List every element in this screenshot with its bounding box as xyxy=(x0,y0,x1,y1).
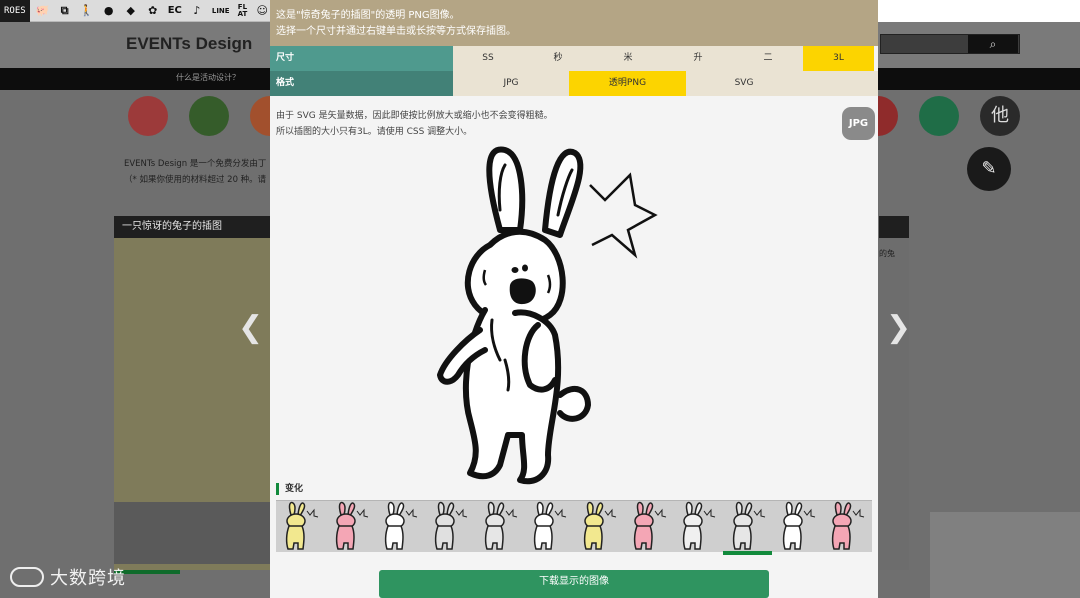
variation-thumbnail[interactable] xyxy=(375,501,424,553)
variation-thumbnail[interactable] xyxy=(822,501,871,553)
size-option[interactable]: 二 xyxy=(733,46,803,71)
variation-thumbnail[interactable] xyxy=(425,501,474,553)
format-option-png-selected[interactable]: 透明PNG xyxy=(569,71,686,96)
modal-header-line-2: 选择一个尺寸并通过右键单击或长按等方式保存插图。 xyxy=(276,26,516,37)
format-option-svg[interactable]: SVG xyxy=(686,71,802,96)
panel-title: 一只惊讶的兔子的插图 xyxy=(114,216,274,238)
speech-bubble-icon[interactable]: ● xyxy=(100,4,118,18)
format-row: 格式 JPG 透明PNG SVG xyxy=(270,71,878,96)
rabbit-thumbnail-icon xyxy=(385,501,418,550)
search-icon: ⌕ xyxy=(989,37,997,51)
smile-icon[interactable]: ☺ xyxy=(253,4,271,18)
desc-line-2: （* 如果你使用的材料超过 20 种。请 xyxy=(124,175,267,185)
corner-block xyxy=(930,512,1080,598)
format-label: 格式 xyxy=(270,71,453,96)
variation-thumbnail[interactable] xyxy=(723,501,772,553)
rabbit-thumbnail-icon xyxy=(335,501,368,550)
category-circle[interactable] xyxy=(919,96,959,136)
variation-thumbnail[interactable] xyxy=(524,501,573,553)
line-icon[interactable]: LINE xyxy=(210,4,232,18)
side-panel: 的兔 xyxy=(879,216,909,570)
tag-icon[interactable]: ◆ xyxy=(122,4,140,18)
person-icon[interactable]: 🚶 xyxy=(78,4,96,18)
size-option[interactable]: 升 xyxy=(663,46,733,71)
download-button[interactable]: 下载显示的图像 xyxy=(379,570,769,598)
variation-thumbnail[interactable] xyxy=(574,501,623,553)
size-row: 尺寸 SS 秒 米 升 二 3L xyxy=(270,46,878,71)
size-option-selected[interactable]: 3L xyxy=(803,46,874,71)
edit-icon: ✎ xyxy=(981,158,997,179)
size-option[interactable]: 秒 xyxy=(523,46,593,71)
variation-thumbnail[interactable] xyxy=(475,501,524,553)
nav-link-about[interactable]: 什么是活动设计？ xyxy=(176,72,240,83)
variations-strip xyxy=(276,500,872,555)
rabbit-thumbnail-icon xyxy=(583,501,617,550)
note-icon[interactable]: ♪ xyxy=(188,4,206,18)
illustration-panel: 一只惊讶的兔子的插图 xyxy=(114,216,274,570)
rabbit-thumbnail-icon xyxy=(534,501,567,550)
edit-button[interactable]: ✎ xyxy=(967,147,1011,191)
search-button[interactable]: ⌕ xyxy=(968,35,1018,53)
extension-tag: ROES xyxy=(0,0,30,22)
flat-icon[interactable]: FL AT xyxy=(236,3,250,18)
variation-thumbnail[interactable] xyxy=(624,501,673,553)
panel-thumbnails xyxy=(114,502,274,564)
side-panel-text: 的兔 xyxy=(879,249,895,258)
variation-thumbnail[interactable] xyxy=(276,501,325,553)
size-option[interactable]: 米 xyxy=(593,46,663,71)
watermark: 大数跨境 xyxy=(10,564,126,590)
rabbit-thumbnail-icon xyxy=(434,501,468,550)
pig-icon[interactable]: 🐖 xyxy=(34,4,52,18)
rabbit-thumbnail-icon xyxy=(782,501,815,550)
rabbit-thumbnail-icon xyxy=(633,501,666,550)
next-arrow-icon[interactable]: ❯ xyxy=(886,310,911,345)
jpg-badge-button[interactable]: JPG xyxy=(842,107,875,140)
site-description: EVENTs Design 是一个免费分发由丁 （* 如果你使用的材料超过 20… xyxy=(124,156,266,188)
category-circle[interactable] xyxy=(189,96,229,136)
modal-header: 这是"惊奇兔子的插图"的透明 PNG图像。 选择一个尺寸并通过右键单击或长按等方… xyxy=(270,0,878,46)
variation-thumbnail[interactable] xyxy=(673,501,722,553)
category-circle[interactable] xyxy=(128,96,168,136)
copy-icon[interactable]: ⧉ xyxy=(56,4,74,18)
desc-line-1: EVENTs Design 是一个免费分发由丁 xyxy=(124,159,267,169)
rabbit-thumbnail-icon xyxy=(683,501,716,550)
rabbit-thumbnail-icon xyxy=(285,501,319,550)
category-circle-other[interactable]: 他 xyxy=(980,96,1020,136)
watermark-logo-icon xyxy=(10,567,44,587)
svg-note-line-1: 由于 SVG 是矢量数据，因此即使按比例放大或缩小也不会变得粗糙。 xyxy=(276,111,553,121)
format-option-empty xyxy=(802,71,878,96)
watermark-text: 大数跨境 xyxy=(50,568,126,589)
other-label: 他 xyxy=(991,105,1009,126)
download-modal: 这是"惊奇兔子的插图"的透明 PNG图像。 选择一个尺寸并通过右键单击或长按等方… xyxy=(270,0,878,598)
variation-thumbnail[interactable] xyxy=(326,501,375,553)
size-option[interactable]: SS xyxy=(453,46,523,71)
modal-header-line-1: 这是"惊奇兔子的插图"的透明 PNG图像。 xyxy=(276,10,460,21)
format-option-jpg[interactable]: JPG xyxy=(453,71,569,96)
prev-arrow-icon[interactable]: ❮ xyxy=(238,310,263,345)
rabbit-thumbnail-icon xyxy=(484,501,517,550)
flower-icon[interactable]: ✿ xyxy=(144,4,162,18)
variations-title: 变化 xyxy=(276,483,303,495)
rabbit-thumbnail-icon xyxy=(732,501,766,550)
variation-thumbnail[interactable] xyxy=(773,501,822,553)
site-logo[interactable]: EVENTs Design xyxy=(126,34,252,54)
ec-icon[interactable]: EC xyxy=(166,4,184,18)
size-label: 尺寸 xyxy=(270,46,453,71)
rabbit-thumbnail-icon xyxy=(832,501,865,550)
surprised-rabbit-illustration xyxy=(437,146,658,485)
